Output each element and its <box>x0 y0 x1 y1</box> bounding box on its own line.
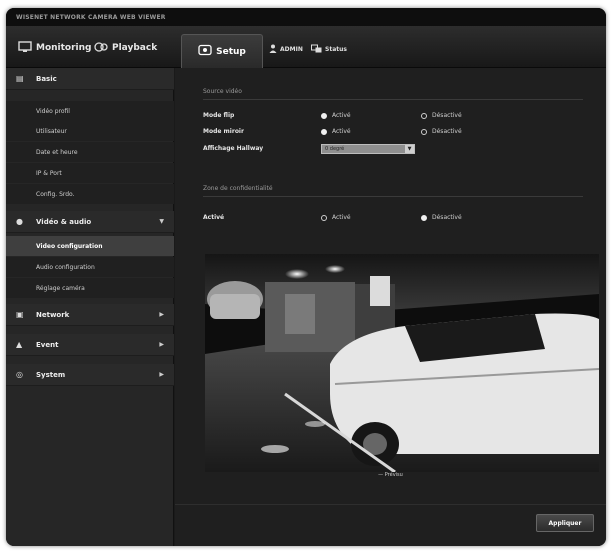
select-value: 0 degré <box>325 146 345 152</box>
apply-button[interactable]: Appliquer <box>536 514 594 532</box>
sidebar-item-video-audio[interactable]: ● Vidéo & audio ▼ <box>6 211 174 233</box>
sidebar-sub-date-time[interactable]: Date et heure <box>6 142 174 162</box>
radio-dot <box>421 128 427 135</box>
section-divider <box>203 196 583 197</box>
chevron-right-icon: ▶ <box>159 311 164 318</box>
radio-dot <box>421 214 427 221</box>
event-icon: ▲ <box>16 340 23 349</box>
chevron-right-icon: ▶ <box>159 341 164 348</box>
sidebar: ▤ Basic Vidéo profil Utilisateur Date et… <box>6 68 174 546</box>
brand-bar: WISENET NETWORK CAMERA WEB VIEWER <box>6 8 606 26</box>
nav-monitoring[interactable]: Monitoring <box>18 38 92 58</box>
status-icon <box>311 44 322 55</box>
admin-user[interactable]: ADMIN <box>269 44 303 55</box>
main-content: Source vidéo Mode flip Activé Désactivé … <box>175 68 606 546</box>
video-preview[interactable] <box>205 254 599 472</box>
radio-label: Activé <box>332 112 351 119</box>
setup-icon <box>198 44 212 59</box>
sidebar-sub-config[interactable]: Config. Srdo. <box>6 184 174 204</box>
hallway-view-label: Affichage Hallway <box>203 145 264 152</box>
parking-garage-image <box>205 254 599 472</box>
mode-mirror-on-radio[interactable]: Activé <box>321 128 351 135</box>
top-nav: Monitoring Playback Setup ADMIN Status <box>6 26 606 68</box>
sidebar-sub-camera-settings[interactable]: Réglage caméra <box>6 278 174 298</box>
footer-divider <box>175 504 606 505</box>
sidebar-system-label: System <box>36 370 66 379</box>
radio-label: Activé <box>332 214 351 221</box>
mode-mirror-off-radio[interactable]: Désactivé <box>421 128 462 135</box>
sidebar-sub-label: Audio configuration <box>36 263 95 271</box>
sidebar-sub-ip-port[interactable]: IP & Port <box>6 163 174 183</box>
nav-setup-label: Setup <box>216 46 246 57</box>
chevron-down-icon: ▼ <box>405 145 414 153</box>
app-window: WISENET NETWORK CAMERA WEB VIEWER Monito… <box>6 8 606 546</box>
sidebar-basic-label: Basic <box>36 74 57 83</box>
privacy-off-radio[interactable]: Désactivé <box>421 214 462 221</box>
sidebar-sub-label: Réglage caméra <box>36 284 85 292</box>
radio-dot <box>321 214 327 221</box>
user-icon <box>269 44 277 55</box>
privacy-on-radio[interactable]: Activé <box>321 214 351 221</box>
radio-label: Désactivé <box>432 128 462 135</box>
mode-flip-label: Mode flip <box>203 112 235 119</box>
basic-icon: ▤ <box>16 74 24 83</box>
sidebar-sub-label: Vidéo profil <box>36 107 70 115</box>
section-video-source-title: Source vidéo <box>203 88 242 95</box>
privacy-enable-label: Activé <box>203 214 225 221</box>
sidebar-item-basic[interactable]: ▤ Basic <box>6 68 174 90</box>
nav-playback[interactable]: Playback <box>94 38 157 58</box>
radio-label: Activé <box>332 128 351 135</box>
sidebar-sub-label: Date et heure <box>36 148 78 156</box>
admin-label: ADMIN <box>280 46 303 53</box>
playback-icon <box>94 41 108 56</box>
radio-label: Désactivé <box>432 214 462 221</box>
sidebar-item-network[interactable]: ▣ Network ▶ <box>6 304 174 326</box>
sidebar-sub-video-profile[interactable]: Vidéo profil <box>6 101 174 121</box>
sidebar-sub-label: Utilisateur <box>36 127 67 135</box>
section-privacy-title: Zone de confidentialité <box>203 185 273 192</box>
sidebar-sub-label: Video configuration <box>36 242 103 250</box>
status-link[interactable]: Status <box>311 44 347 55</box>
camera-icon: ● <box>16 217 23 226</box>
mode-flip-off-radio[interactable]: Désactivé <box>421 112 462 119</box>
radio-dot <box>321 128 327 135</box>
network-icon: ▣ <box>16 310 24 319</box>
chevron-down-icon: ▼ <box>159 218 164 225</box>
radio-dot <box>421 112 427 119</box>
nav-setup[interactable]: Setup <box>181 34 263 68</box>
hallway-view-select[interactable]: 0 degré ▼ <box>321 144 415 154</box>
section-divider <box>203 99 583 100</box>
status-label: Status <box>325 46 347 53</box>
mode-mirror-label: Mode miroir <box>203 128 244 135</box>
sidebar-sub-user[interactable]: Utilisateur <box>6 121 174 141</box>
sidebar-sub-label: IP & Port <box>36 169 62 177</box>
radio-label: Désactivé <box>432 112 462 119</box>
sidebar-event-label: Event <box>36 340 59 349</box>
radio-dot <box>321 112 327 119</box>
sidebar-item-event[interactable]: ▲ Event ▶ <box>6 334 174 356</box>
monitor-icon <box>18 40 32 56</box>
nav-playback-label: Playback <box>112 43 158 53</box>
sidebar-item-system[interactable]: ◎ System ▶ <box>6 364 174 386</box>
mode-flip-on-radio[interactable]: Activé <box>321 112 351 119</box>
sidebar-network-label: Network <box>36 310 70 319</box>
nav-monitoring-label: Monitoring <box>36 43 92 53</box>
video-caption: — Prévisu <box>378 472 403 478</box>
system-icon: ◎ <box>16 370 23 379</box>
sidebar-video-audio-label: Vidéo & audio <box>36 217 92 226</box>
sidebar-sub-audio-config[interactable]: Audio configuration <box>6 257 174 277</box>
sidebar-sub-video-config[interactable]: Video configuration <box>6 236 174 256</box>
sidebar-sub-label: Config. Srdo. <box>36 190 75 198</box>
chevron-right-icon: ▶ <box>159 371 164 378</box>
